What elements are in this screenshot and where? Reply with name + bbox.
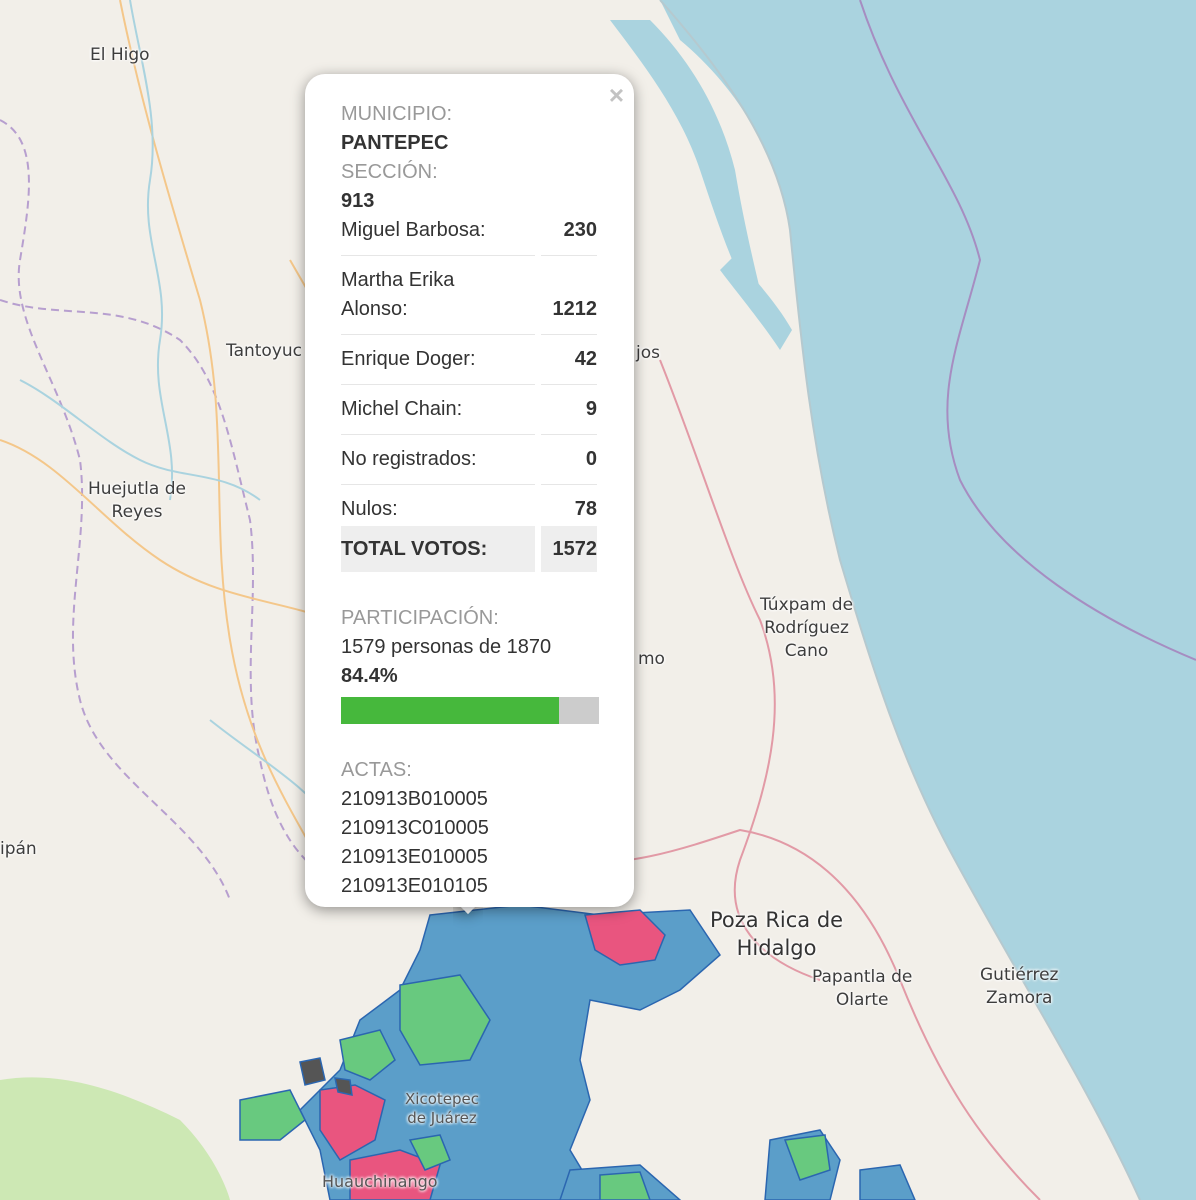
table-row: No registrados: 0 — [341, 435, 597, 485]
candidate-votes: 78 — [574, 498, 597, 520]
candidate-votes: 230 — [541, 216, 597, 256]
place-label: ipán — [0, 839, 37, 859]
acta-item: 210913E010105 — [341, 875, 488, 897]
place-label: Poza Rica de Hidalgo — [710, 908, 844, 960]
candidate-votes: 1212 — [541, 256, 597, 335]
municipio-label: MUNICIPIO: — [341, 103, 453, 125]
participacion-section: PARTICIPACIÓN: 1579 personas de 1870 84.… — [341, 604, 599, 724]
section-gray-2 — [334, 1077, 353, 1096]
road — [659, 359, 821, 981]
info-popup: × MUNICIPIO: PANTEPEC SECCIÓN: 913 Migue… — [305, 74, 634, 907]
actas-label: ACTAS: — [341, 759, 412, 781]
table-row: Martha Erika Alonso: 1212 — [341, 256, 597, 335]
place-label: jos — [636, 343, 660, 363]
place-label: Tantoyuc — [226, 341, 303, 361]
candidate-votes: 42 — [541, 335, 597, 385]
section-blue-3 — [859, 1164, 916, 1200]
place-label: Gutiérrez Zamora — [980, 965, 1059, 1008]
place-label: Papantla de Olarte — [812, 967, 913, 1010]
place-label: Túxpam de Rodríguez Cano — [760, 595, 854, 661]
candidate-name: Miguel Barbosa: — [341, 216, 535, 256]
table-row: Michel Chain: 9 — [341, 385, 597, 435]
participacion-label: PARTICIPACIÓN: — [341, 607, 499, 629]
candidate-name: Michel Chain: — [341, 385, 535, 435]
place-label: El Higo — [90, 45, 150, 65]
participacion-bar-fill — [341, 697, 559, 724]
section-gray — [299, 1057, 326, 1086]
place-label: Xicotepec de Juárez — [405, 1090, 479, 1127]
total-value: 1572 — [541, 526, 597, 572]
acta-item: 210913B010005 — [341, 788, 488, 810]
park-area — [0, 1077, 230, 1200]
participacion-percent: 84.4% — [341, 665, 398, 687]
place-label: Huejutla de Reyes — [88, 479, 186, 522]
seccion-value: 913 — [341, 190, 375, 212]
candidate-votes: 9 — [541, 385, 597, 435]
table-row: Miguel Barbosa: 230 — [341, 216, 597, 256]
candidate-name: No registrados: — [341, 435, 535, 485]
gulf-water — [660, 0, 1196, 1200]
candidate-votes: 0 — [541, 435, 597, 485]
lagoon-water-2 — [720, 255, 792, 350]
total-row: TOTAL VOTOS: 1572 — [341, 526, 597, 572]
table-row: Enrique Doger: 42 — [341, 335, 597, 385]
acta-item: 210913C010005 — [341, 817, 489, 839]
seccion-label: SECCIÓN: — [341, 161, 438, 183]
candidate-name: Enrique Doger: — [341, 335, 535, 385]
total-label: TOTAL VOTOS: — [341, 526, 535, 572]
road-4 — [0, 439, 331, 621]
participacion-text: 1579 personas de 1870 — [341, 636, 552, 658]
place-label: mo — [638, 649, 665, 669]
candidate-name: Nulos: — [341, 498, 398, 520]
popup-content: MUNICIPIO: PANTEPEC SECCIÓN: 913 Miguel … — [341, 100, 599, 901]
table-row: Nulos: 78 — [341, 485, 597, 526]
place-label: Huauchinango — [322, 1172, 438, 1191]
results-table: Miguel Barbosa: 230 Martha Erika Alonso:… — [335, 216, 603, 572]
actas-section: ACTAS: 210913B010005 210913C010005 21091… — [341, 756, 597, 901]
close-icon[interactable]: × — [609, 82, 624, 108]
participacion-bar — [341, 697, 599, 724]
candidate-name: Martha Erika Alonso: — [341, 256, 535, 335]
municipio-value: PANTEPEC — [341, 132, 449, 154]
section-green-3 — [239, 1089, 306, 1141]
acta-item: 210913E010005 — [341, 846, 488, 868]
